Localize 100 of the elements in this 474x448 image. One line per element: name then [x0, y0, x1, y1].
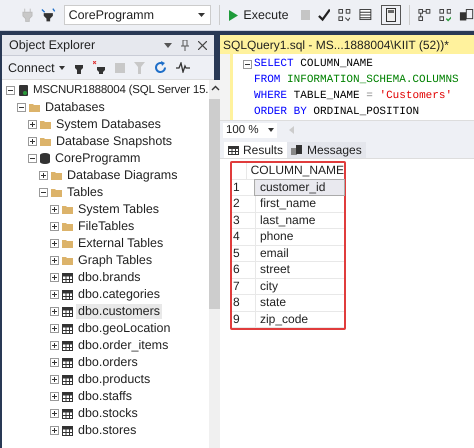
folder-icon: [62, 222, 73, 231]
row-number: 2: [232, 196, 241, 212]
expander-icon[interactable]: [28, 137, 37, 146]
scroll-up-icon[interactable]: [210, 85, 220, 91]
table-icon: [62, 358, 73, 368]
table-icon: [62, 374, 73, 384]
folder-icon: [62, 239, 73, 248]
tree-item[interactable]: CoreProgramm: [53, 151, 142, 166]
expander-icon[interactable]: [50, 239, 59, 248]
expander-icon[interactable]: [50, 222, 59, 231]
tree-item[interactable]: dbo.stores: [76, 423, 138, 438]
expander-icon[interactable]: [50, 392, 59, 401]
row-number: 6: [232, 262, 241, 278]
table-cell[interactable]: last_name: [255, 212, 344, 228]
folder-icon: [51, 188, 62, 197]
collapse-icon[interactable]: [243, 60, 252, 68]
expander-icon[interactable]: [39, 188, 48, 197]
tree-item[interactable]: Graph Tables: [76, 253, 154, 268]
row-number: 1: [232, 180, 241, 195]
expander-icon[interactable]: [17, 103, 26, 112]
results-tab[interactable]: Messages: [287, 142, 366, 158]
tree-item[interactable]: Database Diagrams: [65, 168, 180, 183]
tree-item[interactable]: External Tables: [76, 236, 166, 251]
expander-icon[interactable]: [50, 290, 59, 299]
checkmark-icon[interactable]: [318, 8, 330, 22]
tree-item[interactable]: MSCNUR1888004 (SQL Server 15.: [32, 83, 210, 98]
close-icon[interactable]: [198, 40, 207, 50]
expander-icon[interactable]: [50, 307, 59, 316]
tab-title: SQLQuery1.sql - MS...1888004\KIIT (52))*: [223, 38, 449, 52]
table-cell[interactable]: zip_code: [255, 312, 344, 327]
dropdown-icon[interactable]: [164, 42, 172, 48]
row-number: 5: [232, 246, 241, 261]
code-line: SELECT COLUMN_NAME: [254, 58, 373, 70]
tree-item[interactable]: dbo.products: [76, 372, 152, 387]
tree-item[interactable]: Tables: [65, 185, 106, 200]
table-cell[interactable]: first_name: [255, 196, 344, 212]
table-cell[interactable]: city: [255, 278, 344, 294]
folder-icon: [29, 103, 40, 112]
tree-item[interactable]: FileTables: [76, 219, 136, 234]
expander-icon[interactable]: [50, 205, 59, 214]
expander-icon[interactable]: [6, 86, 15, 95]
database-dropdown[interactable]: CoreProgramm: [64, 5, 212, 25]
expander-icon[interactable]: [50, 409, 59, 418]
grid-icon[interactable]: [359, 8, 373, 22]
table-cell[interactable]: phone: [255, 229, 344, 244]
table-icon: [62, 324, 73, 334]
expander-icon[interactable]: [50, 341, 59, 350]
expander-icon[interactable]: [50, 375, 59, 384]
code-line: FROM INFORMATION_SCHEMA.COLUMNS: [254, 74, 459, 86]
expander-icon[interactable]: [50, 358, 59, 367]
caret-icon: [198, 13, 206, 17]
results-tab[interactable]: Results: [224, 142, 288, 158]
activity-icon[interactable]: [176, 62, 190, 73]
connect-icon[interactable]: [40, 7, 56, 23]
expander-icon[interactable]: [50, 324, 59, 333]
table-cell[interactable]: state: [255, 295, 344, 310]
table-cell[interactable]: customer_id: [255, 180, 344, 195]
tree-item[interactable]: System Tables: [76, 202, 162, 217]
tree-item[interactable]: System Databases: [54, 117, 163, 132]
zoom-dropdown[interactable]: 100 %: [223, 122, 277, 138]
code-editor[interactable]: SELECT COLUMN_NAME FROM INFORMATION_SCHEMA.COLUMNS WHERE TABLE_NAME = 'Customers' ORDER BY ORDINAL_POSITION: [220, 54, 474, 121]
table-icon: [62, 306, 73, 316]
tree-item[interactable]: dbo.stocks: [76, 406, 140, 421]
tree-item[interactable]: dbo.brands: [76, 270, 143, 285]
refresh-icon[interactable]: [154, 61, 167, 74]
disconnect-icon[interactable]: [92, 61, 106, 74]
tree-item[interactable]: dbo.order_items: [76, 338, 170, 353]
tree-item[interactable]: dbo.orders: [76, 355, 140, 370]
expander-icon[interactable]: [50, 426, 59, 435]
table-icon: [62, 408, 73, 418]
folder-icon: [62, 256, 73, 265]
tree-item[interactable]: Databases: [43, 100, 107, 115]
grid-icon: [228, 146, 239, 154]
expander-icon[interactable]: [50, 256, 59, 265]
code-line: ORDER BY ORDINAL_POSITION: [254, 106, 420, 118]
table-cell[interactable]: email: [255, 246, 344, 261]
table-icon: [62, 290, 73, 300]
code-line: WHERE TABLE_NAME = 'Customers': [254, 90, 452, 102]
scrollbar[interactable]: [209, 80, 222, 448]
execute-button[interactable]: Execute: [228, 8, 293, 22]
expander-icon[interactable]: [28, 154, 37, 163]
tree-item[interactable]: dbo.categories: [76, 287, 162, 302]
tree-item[interactable]: dbo.customers: [76, 304, 162, 319]
tree-item[interactable]: dbo.geoLocation: [76, 321, 172, 336]
expander-icon[interactable]: [28, 120, 37, 129]
table-icon: [62, 272, 73, 282]
row-number: 7: [232, 278, 241, 294]
expander-icon[interactable]: [50, 273, 59, 282]
expander-icon[interactable]: [39, 171, 48, 180]
connect-button[interactable]: Connect: [8, 60, 65, 74]
calculator-icon[interactable]: [380, 5, 401, 25]
tree-item[interactable]: Database Snapshots: [54, 134, 174, 149]
table-cell[interactable]: street: [255, 262, 344, 278]
table-icon: [62, 426, 73, 436]
row-number: 9: [232, 312, 241, 327]
folder-icon: [62, 205, 73, 214]
tree-item[interactable]: dbo.staffs: [76, 389, 134, 404]
pin-icon[interactable]: [181, 40, 189, 50]
query-tab[interactable]: SQLQuery1.sql - MS...1888004\KIIT (52))*: [220, 35, 474, 54]
folder-icon: [40, 137, 51, 146]
